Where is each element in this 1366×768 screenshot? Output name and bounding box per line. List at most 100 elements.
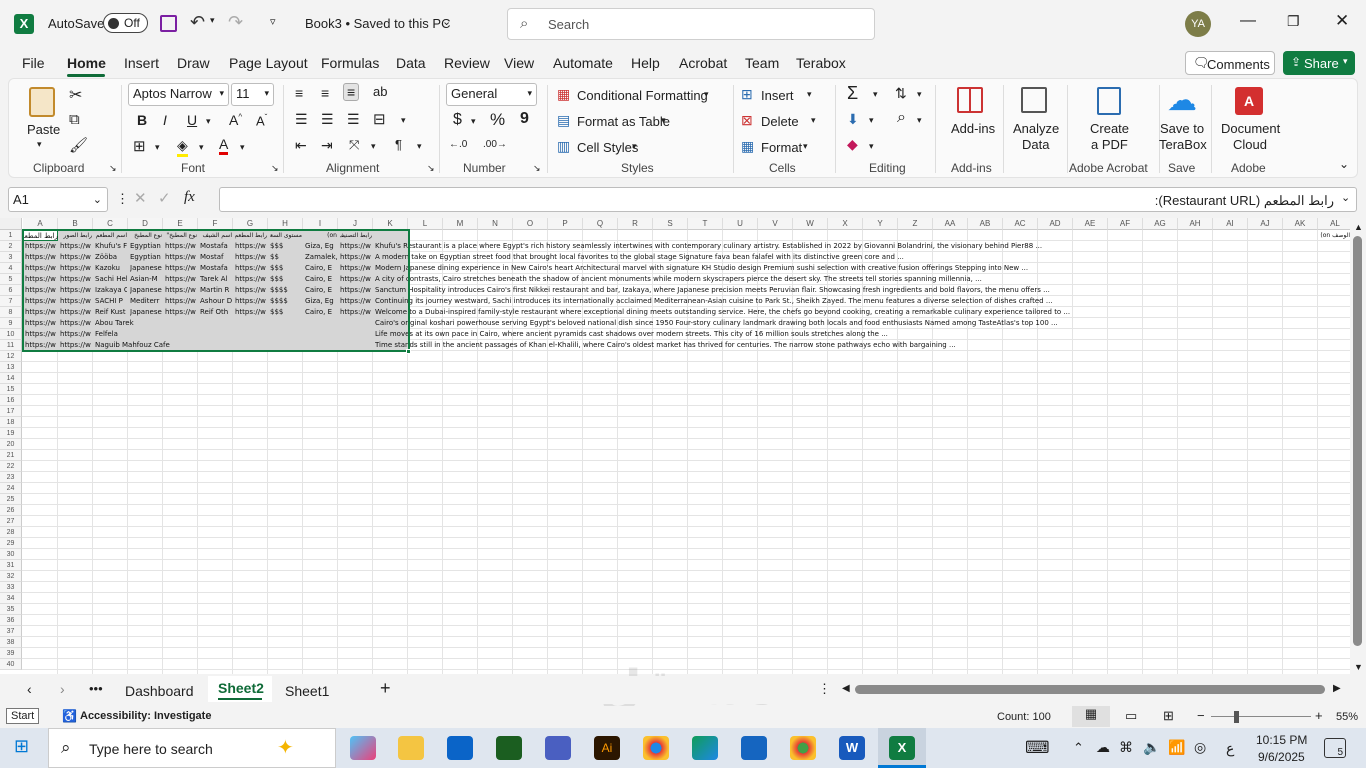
scroll-down-icon[interactable]: ▼ — [1354, 662, 1363, 672]
column-header[interactable]: AD — [1038, 218, 1073, 230]
row-header[interactable]: 7 — [0, 296, 22, 307]
wifi-icon[interactable]: 📶 — [1168, 739, 1185, 756]
column-header[interactable]: O — [513, 218, 548, 230]
solitaire-icon[interactable] — [496, 736, 522, 760]
format-as-table-icon[interactable]: ▤ — [557, 112, 570, 129]
menu-review[interactable]: Review — [444, 55, 490, 71]
row-header[interactable]: 16 — [0, 395, 22, 406]
number-launcher-icon[interactable]: ↘ — [533, 163, 541, 174]
column-header[interactable]: AG — [1143, 218, 1178, 230]
align-left-icon[interactable]: ☰ — [295, 111, 308, 128]
row-header[interactable]: 33 — [0, 582, 22, 593]
save-icon[interactable] — [160, 15, 177, 32]
paste-button[interactable]: Paste — [27, 122, 60, 137]
row-header[interactable]: 21 — [0, 450, 22, 461]
expand-formula-icon[interactable]: ⌄ — [1341, 191, 1350, 204]
select-all-corner[interactable] — [0, 218, 22, 230]
sort-dropdown-icon[interactable]: ▾ — [917, 89, 922, 100]
cell[interactable]: Continuing its journey westward, Sachi i… — [375, 296, 1350, 307]
fill-dropdown-icon[interactable]: ▾ — [199, 142, 204, 153]
cell-styles-icon[interactable]: ▥ — [557, 138, 570, 155]
format-cells-icon[interactable]: ▦ — [741, 138, 754, 155]
column-header[interactable]: AI — [1213, 218, 1248, 230]
row-header[interactable]: 12 — [0, 351, 22, 362]
photos-icon[interactable] — [741, 736, 767, 760]
font-color-icon[interactable]: A — [219, 136, 229, 155]
keyboard-icon[interactable]: ⌨ — [1025, 738, 1050, 758]
autosum-icon[interactable]: Σ — [847, 83, 858, 104]
currency-button[interactable]: $ — [453, 111, 462, 129]
cell-styles-button[interactable]: Cell Styles — [577, 140, 638, 155]
text-direction-dropdown-icon[interactable]: ▾ — [371, 141, 376, 152]
row-header[interactable]: 19 — [0, 428, 22, 439]
menu-draw[interactable]: Draw — [177, 55, 210, 71]
column-header[interactable]: W — [793, 218, 828, 230]
bold-button[interactable]: B — [137, 112, 147, 128]
column-header[interactable]: R — [618, 218, 653, 230]
outlook-icon[interactable] — [447, 736, 473, 760]
file-explorer-icon[interactable] — [398, 736, 424, 760]
row-header[interactable]: 6 — [0, 285, 22, 296]
volume-icon[interactable]: 🔈 — [1143, 739, 1160, 756]
prev-sheet-icon[interactable]: ‹ — [27, 681, 32, 697]
row-header[interactable]: 9 — [0, 318, 22, 329]
row-header[interactable]: 39 — [0, 648, 22, 659]
cell[interactable]: Sanctum Hospitality introduces Cairo's f… — [375, 285, 1350, 296]
copy-icon[interactable]: ⧉ — [69, 111, 80, 128]
cell[interactable]: Welcome to a Dubai-inspired family-style… — [375, 307, 1350, 318]
fill-handle[interactable] — [406, 349, 411, 354]
borders-dropdown-icon[interactable]: ▾ — [155, 142, 160, 153]
row-header[interactable]: 3 — [0, 252, 22, 263]
row-header[interactable]: 18 — [0, 417, 22, 428]
column-header[interactable]: Z — [898, 218, 933, 230]
align-top-icon[interactable]: ≡ — [295, 85, 303, 101]
row-header[interactable]: 22 — [0, 461, 22, 472]
increase-font-icon[interactable]: A^ — [229, 112, 242, 128]
scroll-left-icon[interactable]: ◀ — [842, 683, 850, 694]
row-header[interactable]: 23 — [0, 472, 22, 483]
decrease-font-icon[interactable]: Aˇ — [256, 113, 267, 128]
underline-dropdown-icon[interactable]: ▾ — [206, 116, 211, 127]
column-header[interactable]: AE — [1073, 218, 1108, 230]
cell[interactable]: Khufu's Restaurant is a place where Egyp… — [375, 241, 1350, 252]
font-launcher-icon[interactable]: ↘ — [271, 163, 279, 174]
decrease-indent-icon[interactable]: ⇤ — [295, 137, 307, 154]
redo-icon[interactable]: ↷ — [228, 12, 243, 33]
menu-formulas[interactable]: Formulas — [321, 55, 379, 71]
orientation-icon[interactable]: ab — [373, 84, 387, 99]
formula-input[interactable]: رابط المطعم (Restaurant URL): — [219, 187, 1357, 212]
horizontal-scroll-thumb[interactable] — [855, 685, 1325, 694]
illustrator-icon[interactable]: Ai — [594, 736, 620, 760]
cell[interactable]: Life moves at its own pace in Cairo, whe… — [375, 329, 1350, 340]
find-dropdown-icon[interactable]: ▾ — [917, 115, 922, 126]
row-header[interactable]: 20 — [0, 439, 22, 450]
vertical-scroll-thumb[interactable] — [1353, 236, 1362, 646]
percent-button[interactable]: % — [490, 110, 505, 130]
font-size-select[interactable]: 11 ▾ — [231, 83, 274, 106]
paste-icon[interactable] — [29, 87, 55, 117]
row-header[interactable]: 15 — [0, 384, 22, 395]
save-to-terabox-line2[interactable]: TeraBox — [1159, 137, 1207, 152]
cloud-sync-icon[interactable]: ☁ — [1096, 739, 1110, 756]
column-header[interactable]: AH — [1178, 218, 1213, 230]
tab-dashboard[interactable]: Dashboard — [125, 683, 194, 699]
merge-dropdown-icon[interactable]: ▾ — [401, 115, 406, 126]
document-title[interactable]: Book3 • Saved to this PC — [305, 16, 450, 31]
menu-home[interactable]: Home — [67, 55, 106, 71]
row-header[interactable]: 5 — [0, 274, 22, 285]
row-header[interactable]: 8 — [0, 307, 22, 318]
zoom-slider-thumb[interactable] — [1234, 711, 1239, 723]
row-header[interactable]: 10 — [0, 329, 22, 340]
next-sheet-icon[interactable]: › — [60, 681, 65, 697]
column-header[interactable]: S — [653, 218, 688, 230]
column-header[interactable]: L — [408, 218, 443, 230]
column-header[interactable]: T — [688, 218, 723, 230]
row-header[interactable]: 31 — [0, 560, 22, 571]
add-ins-button[interactable]: Add-ins — [951, 121, 995, 136]
fill-icon[interactable]: ⬇ — [847, 111, 859, 128]
menu-data[interactable]: Data — [396, 55, 426, 71]
excel-taskbar-active[interactable]: X — [878, 728, 926, 768]
column-header[interactable]: X — [828, 218, 863, 230]
add-sheet-icon[interactable]: + — [380, 678, 391, 699]
language-indicator[interactable]: ع — [1226, 740, 1234, 757]
